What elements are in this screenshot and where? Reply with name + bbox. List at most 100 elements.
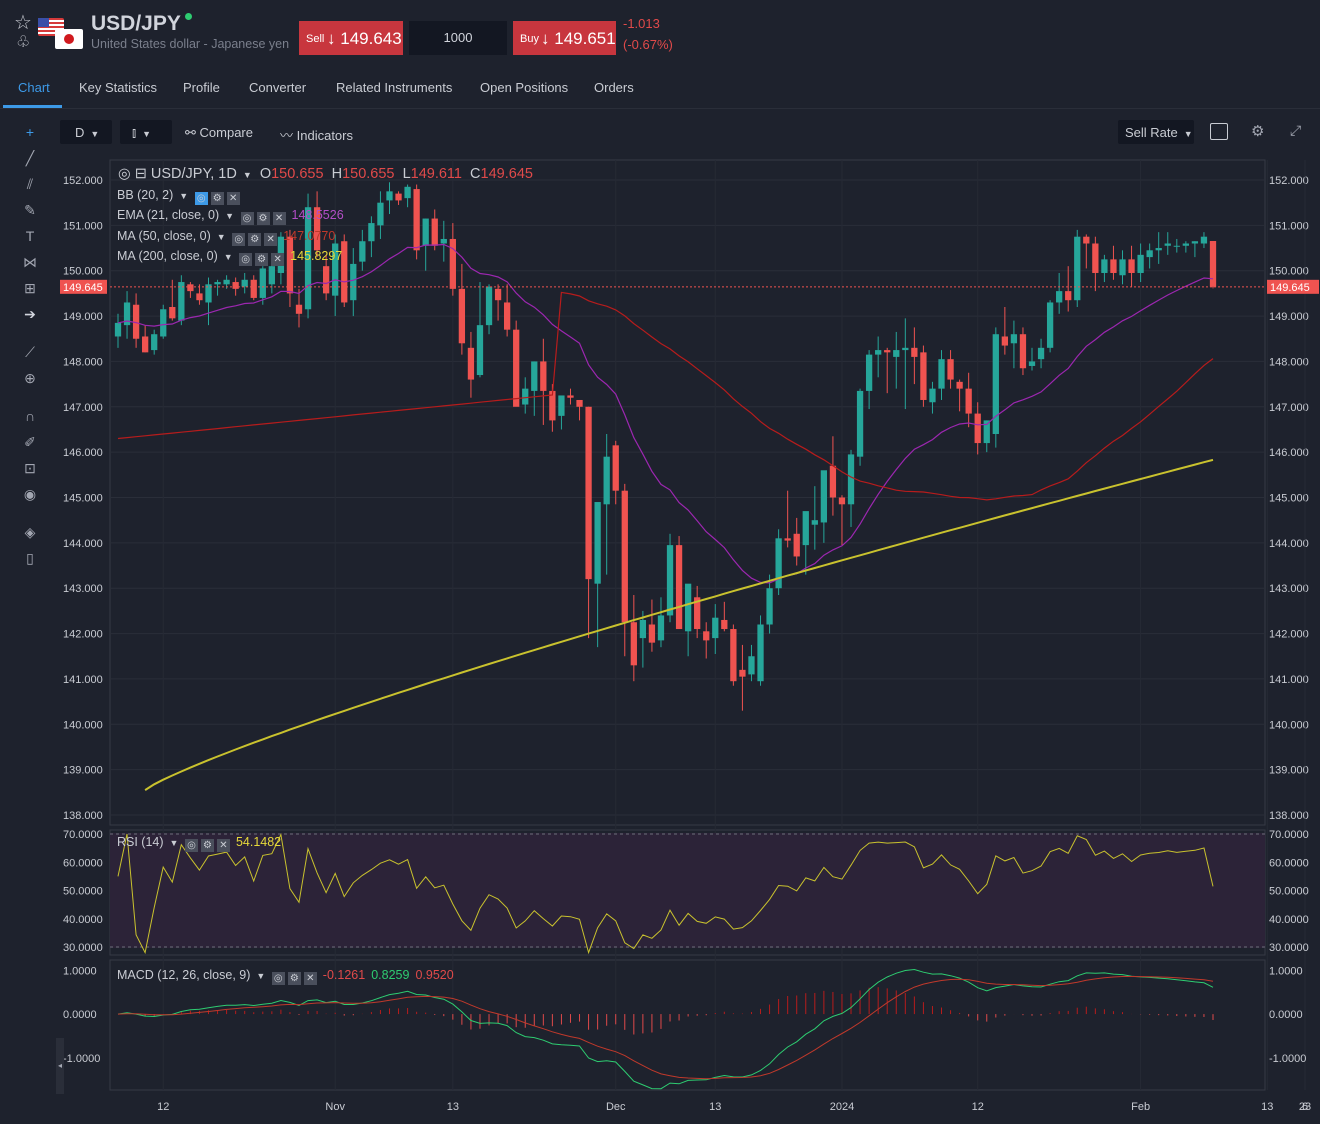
visibility-icon[interactable]: ◎	[239, 253, 253, 266]
ruler-icon[interactable]: ⟋	[20, 343, 40, 361]
price-axis-label-right: 140.000	[1269, 719, 1309, 731]
tab-related-instruments[interactable]: Related Instruments	[336, 80, 452, 95]
remove-icon[interactable]: ✕	[216, 839, 230, 852]
settings-icon[interactable]: ⚙	[200, 839, 214, 852]
price-axis-label-right: 149.000	[1269, 311, 1309, 323]
legend-ema[interactable]: EMA (21, close, 0) ▼ ◎ ⚙ ✕ 148.5526	[117, 208, 344, 225]
candle-body	[630, 622, 637, 666]
tab-key-statistics[interactable]: Key Statistics	[79, 80, 157, 95]
legend-bb[interactable]: BB (20, 2) ▼ ◎ ⚙ ✕	[117, 188, 240, 205]
legend-ma200[interactable]: MA (200, close, 0) ▼ ◎ ⚙ ✕ 145.8297	[117, 249, 342, 266]
crosshair-icon[interactable]: +	[20, 123, 40, 141]
price-axis-label-left: 141.000	[63, 674, 103, 686]
magnet-icon[interactable]: ∩	[20, 407, 40, 425]
chart-legend-main: ◎ ⊟ USD/JPY, 1D ▼ O150.655 H150.655 L149.…	[118, 166, 533, 182]
tab-chart[interactable]: Chart	[18, 80, 50, 95]
candle-body	[259, 268, 266, 298]
candle-body	[232, 282, 239, 289]
visibility-icon[interactable]: ◎	[194, 192, 208, 205]
remove-icon[interactable]: ✕	[264, 233, 278, 246]
tab-orders[interactable]: Orders	[594, 80, 634, 95]
price-axis-label-left: 147.000	[63, 402, 103, 414]
eye-icon[interactable]: ◉	[20, 485, 40, 503]
visibility-icon[interactable]: ◎	[184, 839, 198, 852]
candle-body	[531, 361, 538, 391]
arrow-icon[interactable]: ➔	[20, 305, 40, 323]
indicators-button[interactable]: 〰 Indicators	[280, 125, 353, 144]
compare-button[interactable]: ⚯ Compare	[185, 125, 253, 141]
quantity-input[interactable]: 1000	[409, 21, 507, 55]
text-icon[interactable]: T	[20, 227, 40, 245]
zoom-icon[interactable]: ⊕	[20, 369, 40, 387]
settings-icon[interactable]: ⚙	[210, 192, 224, 205]
legend-ma50[interactable]: MA (50, close, 0) ▼ ◎ ⚙ ✕ 147.0770	[117, 229, 335, 246]
visibility-icon[interactable]: ◎	[232, 233, 246, 246]
candle-body	[368, 223, 375, 242]
trend-line-icon[interactable]: ╱	[20, 149, 40, 167]
candle-body	[576, 399, 583, 407]
fullscreen-icon[interactable]: ⤢	[1290, 122, 1301, 139]
legend-eye-icon[interactable]: ◎	[118, 166, 131, 182]
time-axis-label: 13	[709, 1101, 721, 1113]
lock-icon[interactable]: ⊡	[20, 459, 40, 477]
macd-axis-label-right: -1.0000	[1269, 1053, 1306, 1065]
settings-icon[interactable]: ⚙	[248, 233, 262, 246]
indicators-label: Indicators	[296, 128, 353, 143]
open-value: 150.655	[271, 166, 324, 182]
time-axis-label: Feb	[1131, 1101, 1150, 1113]
price-axis-label-right: 147.000	[1269, 402, 1309, 414]
alert-bell-icon[interactable]: ♧	[16, 32, 30, 52]
candle-body	[712, 617, 719, 639]
time-axis-label: 13	[1261, 1101, 1273, 1113]
remove-icon[interactable]: ✕	[271, 253, 285, 266]
measure-icon[interactable]: ⊞	[20, 279, 40, 297]
candle-body	[811, 520, 818, 525]
candle-body	[558, 395, 565, 416]
pencil-lock-icon[interactable]: ✐	[20, 433, 40, 451]
time-axis-label: 2024	[830, 1101, 854, 1113]
legend-rsi[interactable]: RSI (14) ▼ ◎ ⚙ ✕ 54.1482	[117, 835, 281, 852]
visibility-icon[interactable]: ◎	[271, 972, 285, 985]
candle-body	[757, 624, 764, 682]
trash-icon[interactable]: ▯	[20, 549, 40, 567]
visibility-icon[interactable]: ◎	[240, 212, 254, 225]
chevron-down-icon[interactable]: ▼	[243, 170, 252, 180]
settings-gear-icon[interactable]: ⚙	[1251, 122, 1264, 140]
candle-body	[1074, 236, 1081, 301]
legend-macd[interactable]: MACD (12, 26, close, 9) ▼ ◎ ⚙ ✕ -0.1261 0.825…	[117, 968, 454, 985]
tab-profile[interactable]: Profile	[183, 80, 220, 95]
pattern-icon[interactable]: ⋈	[20, 253, 40, 271]
collapse-panel-handle[interactable]: ◂	[56, 1038, 64, 1094]
candle-body	[893, 350, 900, 357]
remove-icon[interactable]: ✕	[303, 972, 317, 985]
channel-icon[interactable]: ⫽	[20, 175, 40, 193]
candle-body	[1101, 259, 1108, 273]
settings-icon[interactable]: ⚙	[256, 212, 270, 225]
symbol-title: USD/JPY	[91, 12, 181, 35]
price-axis-label-left: 146.000	[63, 447, 103, 459]
candle-body	[1110, 259, 1117, 273]
candle-body	[467, 347, 475, 380]
candle-body	[178, 282, 185, 321]
layers-icon[interactable]: ◈	[20, 523, 40, 541]
candles-icon: ⫾ ▼	[132, 125, 152, 140]
legend-collapse-icon[interactable]: ⊟	[135, 166, 147, 182]
tab-open-positions[interactable]: Open Positions	[480, 80, 568, 95]
buy-arrow: ↓	[541, 29, 550, 48]
time-axis-label: Nov	[325, 1101, 345, 1113]
candle-body	[865, 354, 873, 391]
sell-button[interactable]: Sell ↓ 149.643	[299, 21, 403, 55]
remove-icon[interactable]: ✕	[272, 212, 286, 225]
buy-button[interactable]: Buy ↓ 149.651	[513, 21, 616, 55]
settings-icon[interactable]: ⚙	[255, 253, 269, 266]
brush-icon[interactable]: ✎	[20, 201, 40, 219]
instrument-header: ☆ ♧ USD/JPY United States dollar - Japan…	[0, 0, 1320, 70]
settings-icon[interactable]: ⚙	[287, 972, 301, 985]
remove-icon[interactable]: ✕	[226, 192, 240, 205]
price-axis-label-right: 151.000	[1269, 220, 1309, 232]
tab-converter[interactable]: Converter	[249, 80, 306, 95]
price-axis-label-left: 142.000	[63, 629, 103, 641]
rsi-value: 54.1482	[235, 835, 282, 849]
candle-body	[142, 336, 149, 353]
snapshot-icon[interactable]	[1210, 123, 1228, 140]
